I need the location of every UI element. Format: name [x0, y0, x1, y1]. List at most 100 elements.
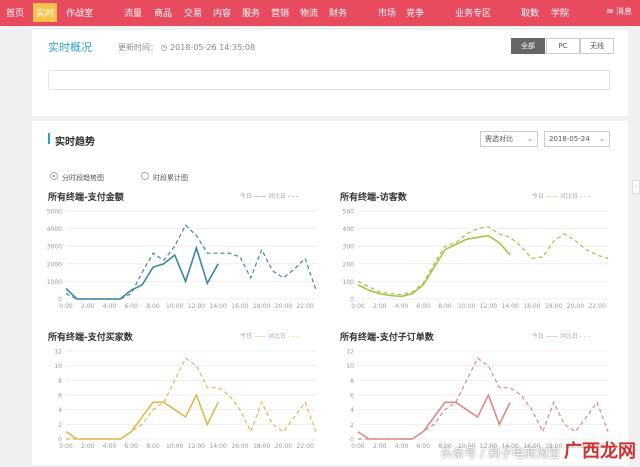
segment-all[interactable]: 全部 — [511, 38, 545, 54]
x-tick-label: 12:00 — [188, 303, 205, 310]
x-tick-label: 12:00 — [188, 443, 205, 450]
nav-item-marketing[interactable]: 营销 — [271, 6, 289, 19]
chart-payment-amount: 5000400030002000100000:00 2:00 4:00 6:00 8:0… — [47, 209, 317, 310]
x-tick-label: 0:00 — [59, 303, 73, 310]
nav-item-logistics[interactable]: 物流 — [300, 6, 318, 19]
chart-title-visitors: 所有终端-访客数 — [340, 193, 407, 203]
y-tick-label: 4 — [350, 407, 354, 414]
series-line-compare — [358, 357, 609, 440]
x-tick-label: 16:00 — [231, 443, 248, 450]
y-tick-label: 8 — [58, 378, 62, 385]
y-tick-label: 6 — [58, 393, 62, 400]
x-tick-label: 10:00 — [166, 443, 183, 450]
nav-item-competition[interactable]: 竞争 — [406, 6, 424, 19]
nav-item-content[interactable]: 内容 — [213, 6, 231, 19]
x-tick-label: 6:00 — [416, 443, 430, 450]
y-tick-label: 4 — [58, 407, 62, 414]
update-time-value: 2018-05-26 14:35:08 — [170, 43, 256, 52]
legend-compare-swatch: - - - — [287, 333, 299, 340]
message-bell[interactable]: ✉ 消息 — [607, 6, 632, 17]
x-tick-label: 20:00 — [275, 443, 292, 450]
y-tick-label: 10 — [54, 363, 62, 370]
legend-compare-swatch: - - - — [579, 193, 591, 200]
series-line-compare — [66, 357, 317, 440]
legend-compare: 对比日 — [559, 193, 578, 200]
y-tick-label: 12 — [346, 349, 354, 356]
legend-today: 今日 — [532, 193, 545, 200]
x-tick-label: 6:00 — [124, 303, 138, 310]
x-tick-label: 2:00 — [81, 443, 95, 450]
series-line-today — [65, 245, 219, 300]
side-expand-handle[interactable]: ‹ — [632, 180, 640, 194]
legend-compare-swatch: - - - — [579, 333, 591, 340]
nav-item-trade[interactable]: 交易 — [184, 6, 202, 19]
x-tick-label: 14:00 — [210, 443, 227, 450]
nav-item-realtime[interactable]: 实时 — [33, 3, 58, 22]
y-tick-label: 300 — [343, 244, 355, 251]
x-tick-label: 12:00 — [480, 303, 497, 310]
chart-visitors: 50040030020010000:00 2:00 4:00 6:00 8:00 10:0… — [343, 209, 609, 310]
y-tick-label: 1000 — [47, 279, 62, 286]
x-tick-label: 0:00 — [351, 443, 365, 450]
x-tick-label: 2:00 — [373, 303, 387, 310]
overview-metrics-box — [48, 70, 610, 90]
nav-item-finance[interactable]: 财务 — [329, 6, 347, 19]
y-tick-label: 2000 — [47, 261, 62, 268]
legend-today-swatch: —— — [545, 333, 558, 340]
segment-wireless[interactable]: 无线 — [580, 38, 614, 54]
series-line-today — [357, 234, 511, 298]
y-tick-label: 500 — [343, 209, 355, 216]
x-tick-label: 20:00 — [275, 303, 292, 310]
segment-pc[interactable]: PC — [546, 38, 580, 54]
legend-today: 今日 — [532, 333, 545, 340]
radio-hourly-trend-label: 分时段趋势图 — [62, 174, 104, 182]
y-tick-label: 5000 — [47, 209, 62, 216]
radio-cumulative-label: 时段累计图 — [153, 174, 188, 182]
nav-item-academy[interactable]: 学院 — [551, 6, 569, 19]
nav-item-data-fetch[interactable]: 取数 — [521, 6, 539, 19]
nav-item-business-zone[interactable]: 业务专区 — [455, 6, 491, 19]
y-tick-label: 100 — [343, 279, 355, 286]
update-label: 更新时间： — [118, 43, 158, 52]
x-tick-label: 18:00 — [253, 443, 270, 450]
y-tick-label: 12 — [54, 349, 62, 356]
x-tick-label: 10:00 — [458, 303, 475, 310]
chart-title-sub-orders: 所有终端-支付子订单数 — [340, 333, 434, 343]
y-tick-label: 10 — [346, 363, 354, 370]
nav-item-products[interactable]: 商品 — [154, 6, 172, 19]
compare-select[interactable]: 需选对比 ⌄ — [480, 131, 538, 147]
legend-today: 今日 — [240, 193, 253, 200]
nav-item-war-room[interactable]: 作战室 — [66, 6, 93, 19]
legend-compare: 对比日 — [559, 333, 578, 340]
x-tick-label: 18:00 — [253, 303, 270, 310]
chart-paying-buyers: 1210864200:00 2:00 4:00 6:00 8:00 10:00 12:00 1… — [54, 349, 317, 450]
watermark-text: 头条号 / 莉子电商淘宝 — [440, 446, 561, 460]
x-tick-label: 2:00 — [81, 303, 95, 310]
chart-legend: 今日 —— 对比日 - - - — [532, 331, 590, 340]
chart-legend: 今日 —— 对比日 - - - — [240, 331, 298, 340]
watermark-logo: 广西龙网 — [564, 441, 636, 462]
nav-item-service[interactable]: 服务 — [242, 6, 260, 19]
bell-icon: ✉ — [606, 7, 614, 16]
nav-item-market[interactable]: 市场 — [378, 6, 396, 19]
top-nav: 首页 实时 作战室 流量 商品 交易 内容 服务 营销 物流 财务 市场 竞争 … — [0, 0, 640, 26]
chart-title-paying-buyers: 所有终端-支付买家数 — [48, 333, 133, 343]
x-tick-label: 8:00 — [146, 303, 160, 310]
y-tick-label: 8 — [350, 378, 354, 385]
trend-panel: 实时趋势 需选对比 ⌄ 2018-05-24 ⌄ 分时段趋势图 时段累计图 所有终端… — [32, 121, 628, 465]
nav-item-traffic[interactable]: 流量 — [124, 6, 142, 19]
x-tick-label: 16:00 — [231, 303, 248, 310]
chevron-down-icon: ⌄ — [599, 135, 605, 143]
nav-item-home[interactable]: 首页 — [6, 6, 24, 19]
date-select[interactable]: 2018-05-24 ⌄ — [544, 131, 610, 147]
radio-hourly-trend[interactable] — [50, 172, 58, 180]
y-tick-label: 6 — [350, 393, 354, 400]
x-tick-label: 22:00 — [296, 443, 313, 450]
x-tick-label: 4:00 — [103, 443, 117, 450]
x-tick-label: 14:00 — [502, 303, 519, 310]
radio-cumulative[interactable] — [141, 172, 149, 180]
y-tick-label: 3000 — [47, 244, 62, 251]
x-tick-label: 4:00 — [103, 303, 117, 310]
legend-today-swatch: —— — [253, 193, 266, 200]
x-tick-label: 2:00 — [373, 443, 387, 450]
